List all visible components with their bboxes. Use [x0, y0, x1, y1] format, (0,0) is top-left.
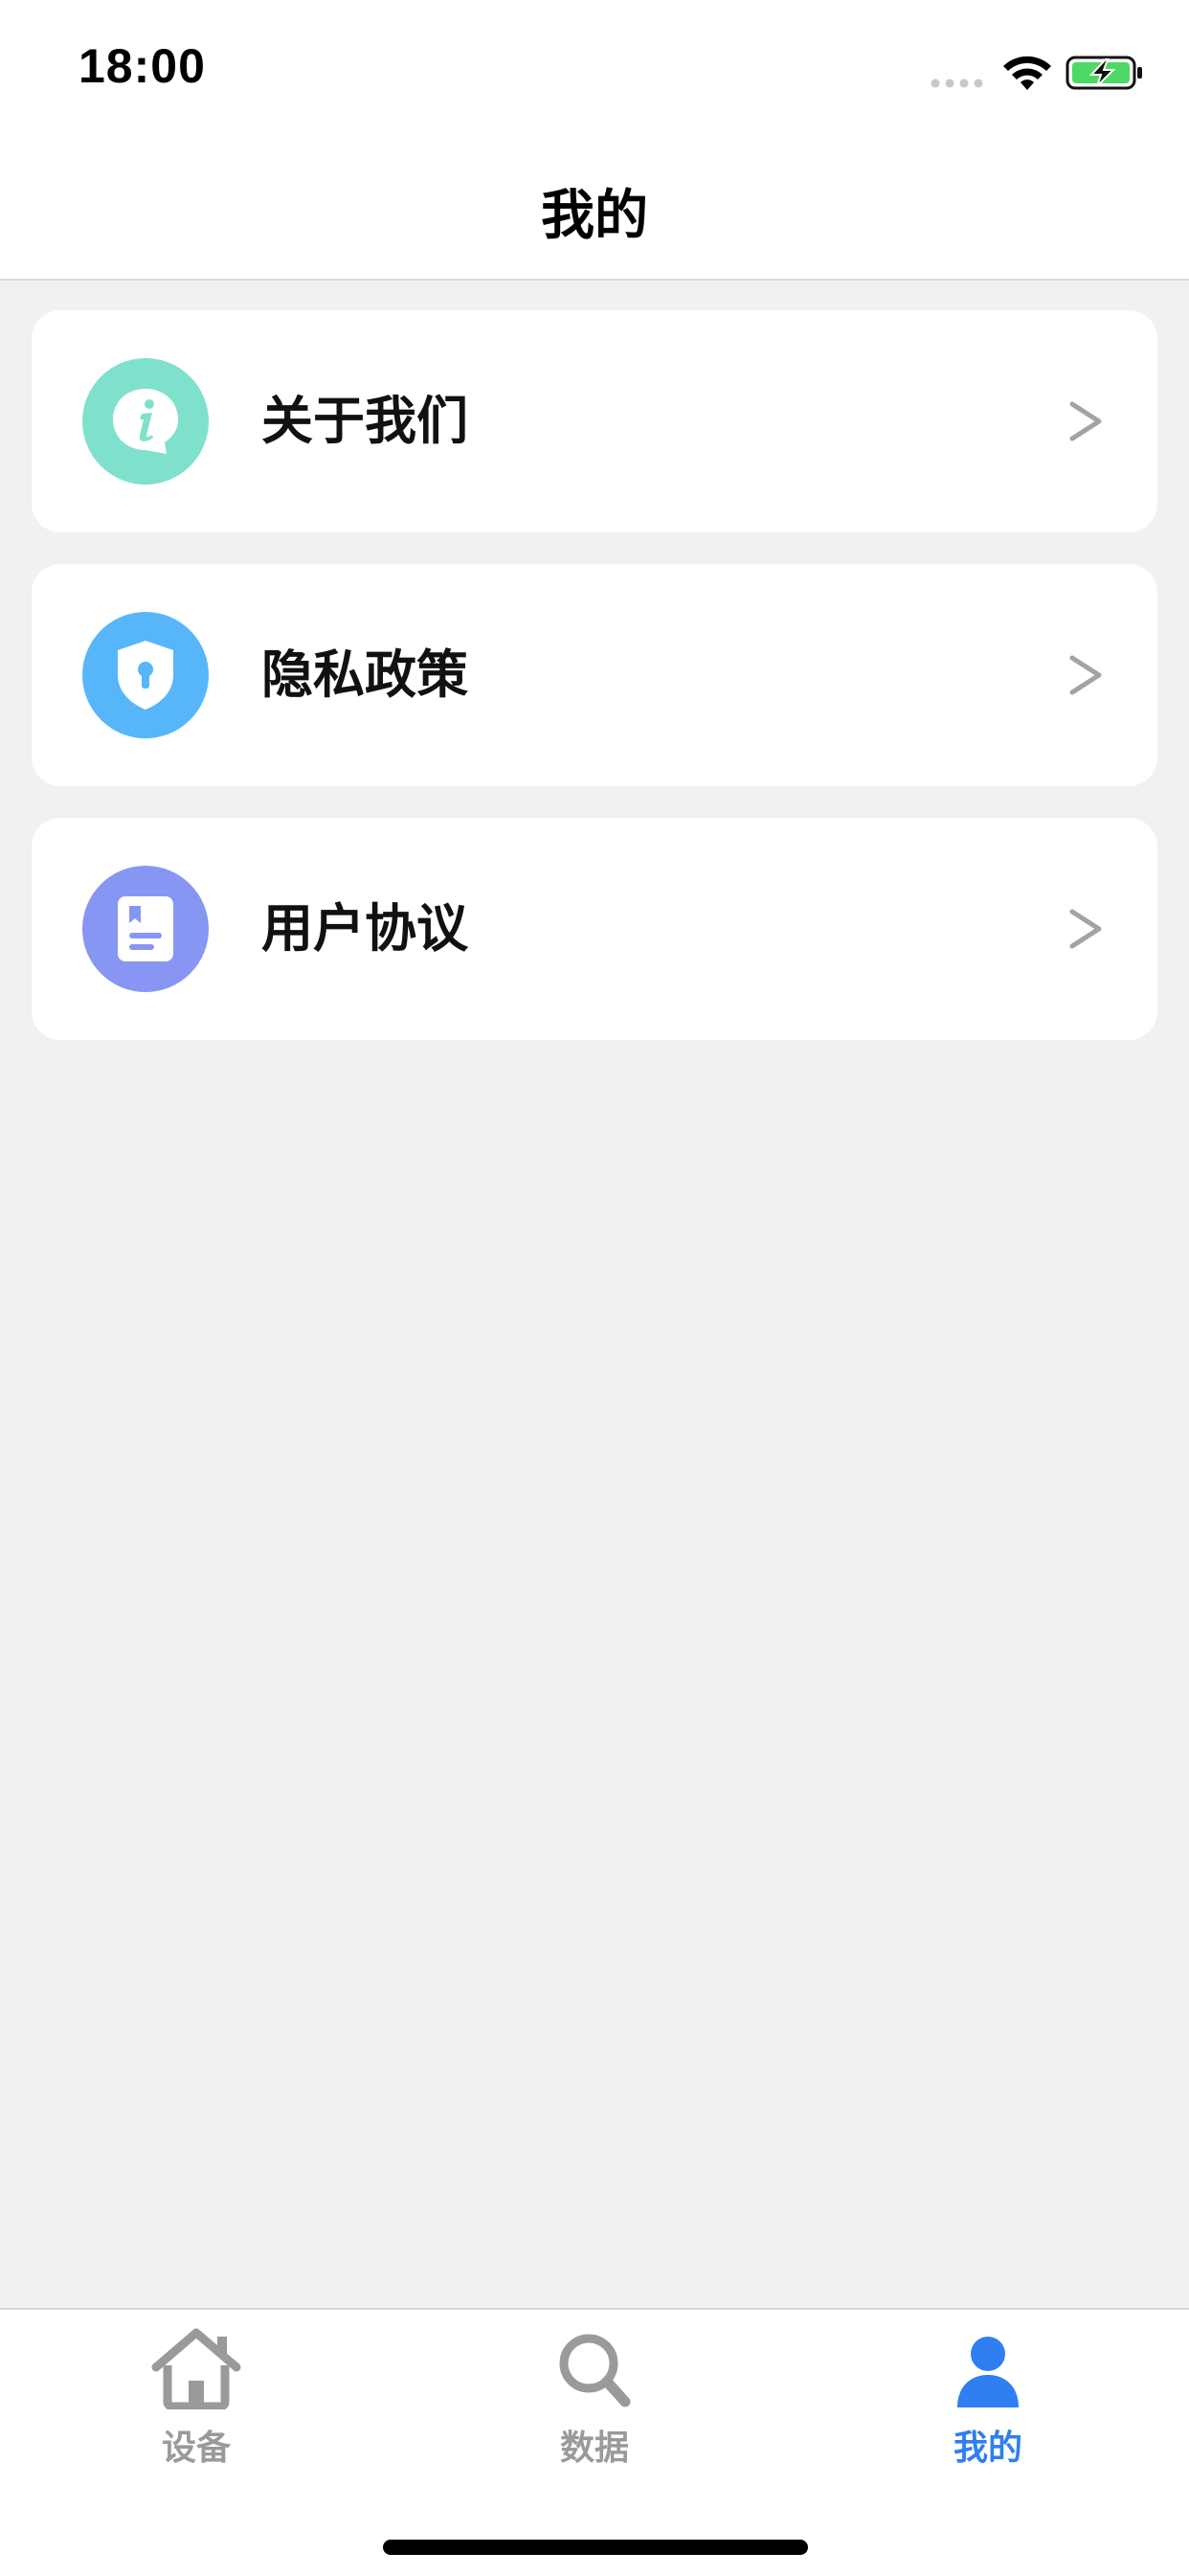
info-icon: [82, 358, 209, 485]
home-icon: [151, 2328, 241, 2409]
menu-item-label: 关于我们: [261, 391, 468, 451]
chevron-right-icon: [1069, 655, 1102, 695]
tab-mine[interactable]: 我的: [844, 2310, 1132, 2492]
chevron-right-icon: [1069, 401, 1102, 441]
tab-data[interactable]: 数据: [451, 2310, 738, 2492]
tab-label: 我的: [953, 2429, 1022, 2468]
nav-bar: 我的: [0, 144, 1189, 281]
person-icon: [957, 2337, 1019, 2407]
menu-item-label: 隐私政策: [261, 644, 468, 705]
tab-devices[interactable]: 设备: [53, 2310, 340, 2492]
chevron-right-icon: [1069, 909, 1102, 949]
menu-list: 关于我们 隐私政策 用户协议: [32, 310, 1157, 1072]
tab-bar: 设备 数据 我的: [0, 2308, 1189, 2576]
menu-item-privacy-policy[interactable]: 隐私政策: [32, 564, 1157, 786]
page-title: 我的: [541, 185, 648, 247]
status-time: 18:00: [79, 39, 206, 93]
search-icon: [559, 2334, 631, 2407]
menu-item-about-us[interactable]: 关于我们: [32, 310, 1157, 532]
home-indicator: [383, 2540, 808, 2555]
tab-label: 设备: [161, 2429, 231, 2468]
menu-item-label: 用户协议: [261, 898, 468, 959]
menu-item-user-agreement[interactable]: 用户协议: [32, 818, 1157, 1040]
shield-lock-icon: [82, 612, 209, 738]
status-bar: 18:00: [0, 0, 1189, 144]
wifi-icon: [1003, 56, 1051, 90]
battery-charging-icon: [1066, 56, 1142, 90]
signal-dots-icon: [931, 79, 983, 88]
tab-label: 数据: [559, 2429, 629, 2468]
document-icon: [82, 866, 209, 992]
